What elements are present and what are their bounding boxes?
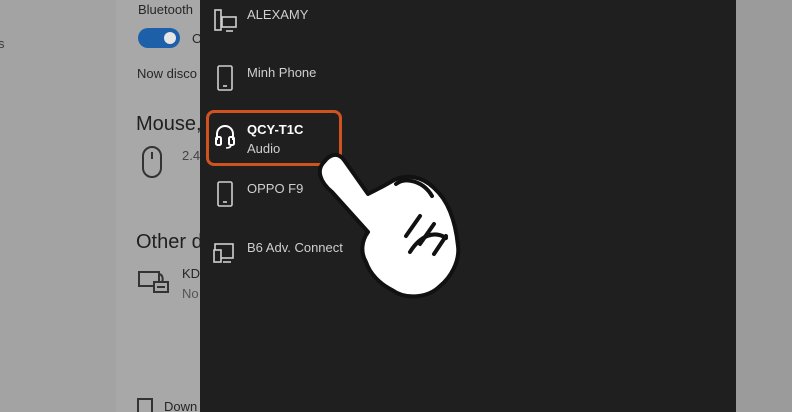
- desktop-phone-icon: [214, 9, 237, 32]
- other-device-name[interactable]: KD: [182, 266, 200, 281]
- device-name: OPPO F9: [247, 181, 304, 196]
- wireless-display-icon: [138, 271, 169, 293]
- device-item-minh-phone[interactable]: Minh Phone: [200, 64, 400, 114]
- download-checkbox-label: Down: [164, 399, 198, 412]
- discoverable-text: Now disco: [137, 66, 197, 81]
- pointing-hand-icon: [317, 153, 461, 299]
- download-checkbox[interactable]: [137, 398, 153, 412]
- bluetooth-settings-page: Bluetooth O Now disco Mouse, 2.4 Other d…: [116, 0, 206, 412]
- nav-pane: s: [0, 0, 116, 412]
- device-name: Minh Phone: [247, 65, 317, 80]
- bluetooth-toggle[interactable]: [138, 28, 180, 48]
- mouse-section-heading: Mouse,: [136, 113, 202, 135]
- phone-icon: [217, 181, 233, 207]
- other-device-status: No: [182, 286, 199, 301]
- bluetooth-label: Bluetooth: [138, 2, 193, 17]
- toggle-knob: [164, 32, 176, 44]
- device-item-alexamy[interactable]: ALEXAMY: [200, 6, 400, 56]
- nav-item-label[interactable]: s: [0, 36, 5, 51]
- other-devices-heading: Other d: [136, 231, 203, 253]
- phone-icon: [217, 65, 233, 91]
- display-phone-icon: [213, 243, 234, 263]
- background-right: [736, 0, 792, 412]
- mouse-device-detail: 2.4: [182, 148, 201, 163]
- mouse-icon: [142, 146, 162, 178]
- device-name: ALEXAMY: [247, 7, 309, 22]
